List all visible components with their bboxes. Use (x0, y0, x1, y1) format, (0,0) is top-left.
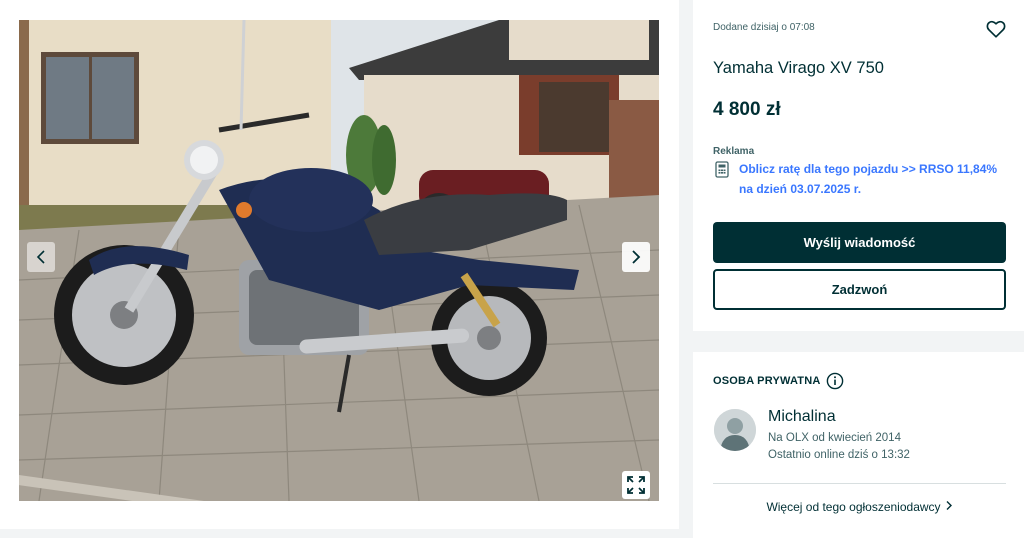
seller-last-online: Ostatnio online dziś o 13:32 (768, 449, 910, 461)
info-icon[interactable] (826, 372, 844, 390)
chevron-right-icon (945, 500, 953, 514)
added-date: Dodane dzisiaj o 07:08 (713, 22, 815, 33)
gallery-prev-button[interactable] (27, 242, 55, 272)
expand-icon (627, 476, 645, 494)
photo-gallery (0, 0, 679, 529)
seller-type-label: OSOBA PRYWATNA (713, 375, 821, 387)
listing-photo[interactable] (19, 20, 659, 501)
fullscreen-button[interactable] (622, 471, 650, 499)
gallery-next-button[interactable] (622, 242, 650, 272)
more-from-seller-link[interactable]: Więcej od tego ogłoszeniodawcy (713, 500, 1006, 514)
send-message-button[interactable]: Wyślij wiadomość (713, 222, 1006, 263)
calculator-icon (715, 161, 729, 178)
loan-calculator-link[interactable]: Oblicz ratę dla tego pojazdu >> RRSO 11,… (739, 159, 1014, 199)
seller-card: OSOBA PRYWATNA Michalina Na OLX od kwiec… (693, 352, 1024, 538)
heart-icon[interactable] (985, 18, 1007, 40)
chevron-right-icon (632, 250, 641, 264)
seller-member-since: Na OLX od kwiecień 2014 (768, 432, 901, 444)
seller-name[interactable]: Michalina (768, 408, 836, 426)
avatar (714, 409, 756, 451)
more-from-seller-label: Więcej od tego ogłoszeniodawcy (766, 500, 941, 514)
listing-price: 4 800 zł (713, 99, 781, 120)
motorcycle-photo-illustration (19, 20, 659, 501)
call-button[interactable]: Zadzwoń (713, 269, 1006, 310)
user-avatar-icon (714, 409, 756, 451)
divider (713, 483, 1006, 484)
chevron-left-icon (36, 250, 45, 264)
listing-title: Yamaha Virago XV 750 (713, 59, 884, 77)
listing-details-card: Dodane dzisiaj o 07:08 Yamaha Virago XV … (693, 0, 1024, 331)
ad-label: Reklama (713, 146, 755, 157)
